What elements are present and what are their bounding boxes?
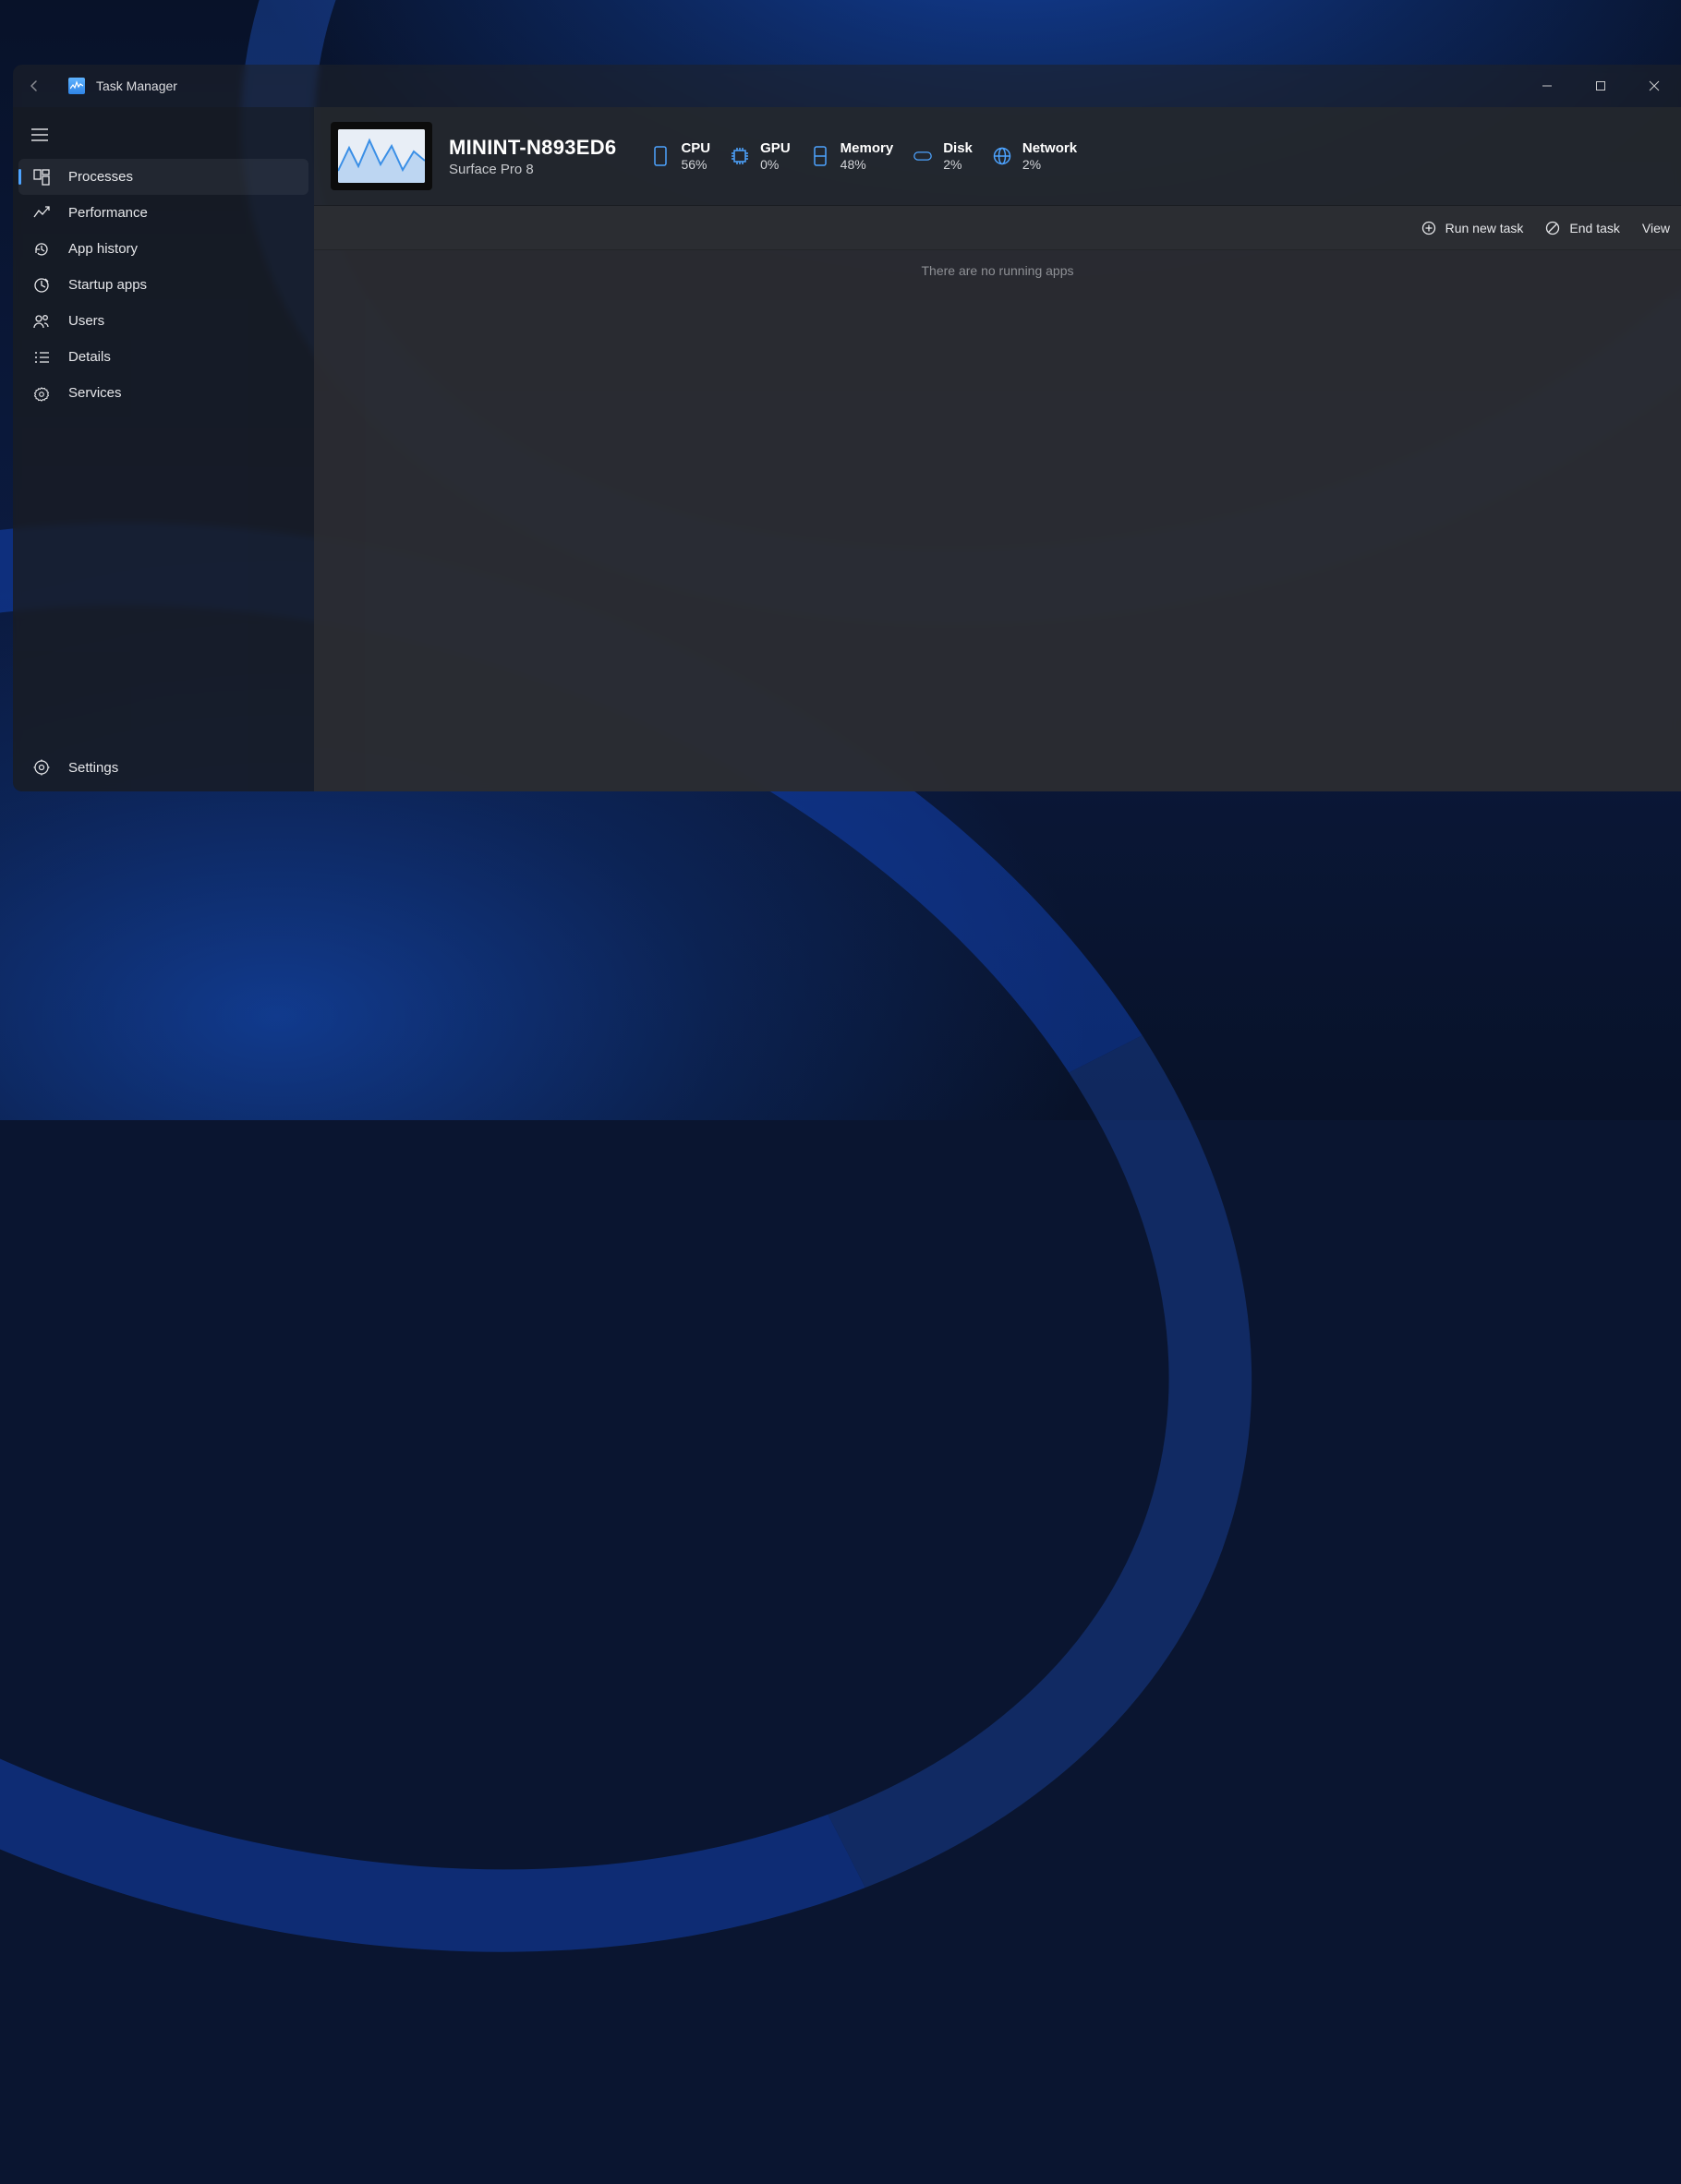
- back-button[interactable]: [13, 78, 55, 93]
- metric-value: 0%: [760, 157, 791, 173]
- sidebar-item-users[interactable]: Users: [13, 303, 314, 339]
- gear-icon: [33, 759, 50, 776]
- metric-network[interactable]: Network 2%: [993, 140, 1077, 173]
- metric-value: 56%: [681, 157, 710, 173]
- metric-label: CPU: [681, 140, 710, 157]
- metric-value: 48%: [840, 157, 894, 173]
- metric-label: Memory: [840, 140, 894, 157]
- services-icon: [33, 385, 50, 402]
- end-task-button[interactable]: End task: [1545, 221, 1619, 235]
- button-label: Run new task: [1445, 221, 1524, 235]
- metric-label: GPU: [760, 140, 791, 157]
- history-icon: [33, 241, 50, 258]
- app-identity: Task Manager: [68, 78, 177, 94]
- startup-icon: [33, 277, 50, 294]
- minimize-button[interactable]: [1520, 65, 1574, 107]
- sidebar-item-label: Services: [68, 385, 122, 401]
- minimize-icon: [1542, 80, 1553, 91]
- hardware-banner: MININT-N893ED6 Surface Pro 8 CPU 56%: [314, 107, 1681, 206]
- hostname: MININT-N893ED6: [449, 136, 616, 160]
- gpu-icon: [731, 147, 749, 165]
- metric-cpu[interactable]: CPU 56%: [651, 140, 710, 173]
- processes-icon: [33, 169, 50, 186]
- metrics: CPU 56%: [651, 140, 1077, 173]
- metric-label: Disk: [943, 140, 973, 157]
- hamburger-icon: [31, 128, 48, 141]
- sidebar-item-label: Startup apps: [68, 277, 147, 293]
- maximize-icon: [1595, 80, 1606, 91]
- sidebar-item-label: Performance: [68, 205, 148, 221]
- app-title: Task Manager: [96, 78, 177, 93]
- sidebar: Processes Performance: [13, 107, 314, 791]
- window-controls: [1520, 65, 1681, 107]
- sidebar-item-performance[interactable]: Performance: [13, 195, 314, 231]
- metric-gpu[interactable]: GPU 0%: [731, 140, 791, 173]
- main-pane: MININT-N893ED6 Surface Pro 8 CPU 56%: [314, 107, 1681, 791]
- titlebar: Task Manager: [13, 65, 1681, 107]
- task-manager-window: Task Manager: [13, 65, 1681, 791]
- run-new-task-button[interactable]: Run new task: [1421, 221, 1524, 235]
- metric-value: 2%: [1022, 157, 1077, 173]
- users-icon: [33, 313, 50, 330]
- sidebar-item-label: Settings: [68, 760, 118, 776]
- sidebar-item-details[interactable]: Details: [13, 339, 314, 375]
- hardware-thumbnail: [331, 122, 432, 190]
- processes-content: There are no running apps: [314, 250, 1681, 791]
- button-label: End task: [1569, 221, 1619, 235]
- sidebar-item-label: Details: [68, 349, 111, 365]
- sidebar-item-label: Processes: [68, 169, 133, 185]
- button-label: View: [1642, 221, 1670, 235]
- back-arrow-icon: [27, 78, 42, 93]
- network-icon: [993, 147, 1011, 165]
- hardware-name: MININT-N893ED6 Surface Pro 8: [449, 136, 616, 177]
- sidebar-item-processes[interactable]: Processes: [18, 159, 308, 195]
- plus-circle-icon: [1421, 221, 1436, 235]
- app-icon: [68, 78, 85, 94]
- details-icon: [33, 349, 50, 366]
- metric-memory[interactable]: Memory 48%: [811, 140, 894, 173]
- sidebar-item-startup-apps[interactable]: Startup apps: [13, 267, 314, 303]
- close-icon: [1649, 80, 1660, 91]
- nav: Processes Performance: [13, 159, 314, 411]
- hamburger-button[interactable]: [13, 113, 314, 157]
- close-button[interactable]: [1627, 65, 1681, 107]
- sidebar-item-label: App history: [68, 241, 138, 257]
- metric-disk[interactable]: Disk 2%: [913, 140, 973, 173]
- performance-icon: [33, 205, 50, 222]
- cpu-icon: [651, 146, 670, 166]
- sidebar-item-label: Users: [68, 313, 104, 329]
- sidebar-item-settings[interactable]: Settings: [13, 743, 314, 791]
- prohibit-icon: [1545, 221, 1560, 235]
- toolbar: Run new task End task View: [314, 206, 1681, 250]
- model-name: Surface Pro 8: [449, 162, 616, 177]
- disk-icon: [913, 151, 932, 162]
- metric-label: Network: [1022, 140, 1077, 157]
- sidebar-item-services[interactable]: Services: [13, 375, 314, 411]
- memory-icon: [811, 146, 829, 166]
- sidebar-item-app-history[interactable]: App history: [13, 231, 314, 267]
- maximize-button[interactable]: [1574, 65, 1627, 107]
- view-button[interactable]: View: [1642, 221, 1670, 235]
- metric-value: 2%: [943, 157, 973, 173]
- empty-state-text: There are no running apps: [922, 263, 1074, 791]
